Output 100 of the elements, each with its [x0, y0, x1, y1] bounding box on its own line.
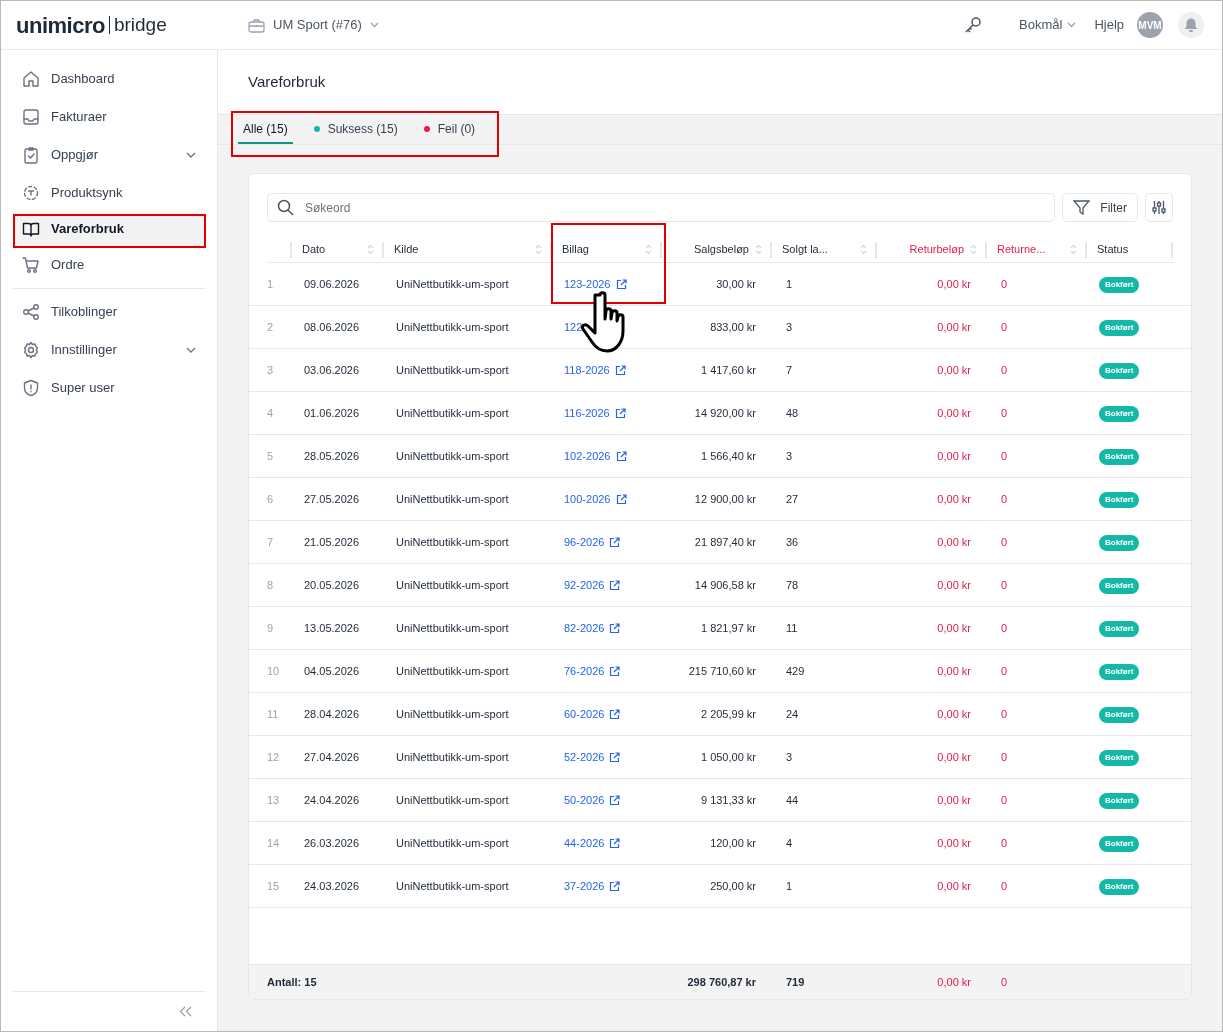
search-field[interactable]: Søkeord — [267, 193, 1056, 222]
sort-icon — [755, 244, 762, 255]
status-badge: Bokført — [1099, 836, 1140, 852]
help-link[interactable]: Hjelp — [1094, 15, 1124, 35]
sidebar-item[interactable]: Oppgjør — [13, 136, 205, 174]
column-settings-button[interactable] — [1145, 193, 1173, 222]
voucher-link[interactable]: 76-2026 — [564, 662, 605, 680]
filter-tab[interactable]: Alle (15) — [238, 115, 293, 144]
external-link-icon[interactable] — [614, 364, 626, 376]
external-link-icon[interactable] — [614, 407, 626, 419]
table-cell: 24 — [786, 707, 799, 720]
shield-alert-icon — [22, 379, 40, 397]
table-cell: 27 — [786, 492, 799, 505]
key-icon[interactable] — [964, 16, 982, 34]
table-cell: 3 — [786, 750, 793, 763]
status-badge: Bokført — [1099, 406, 1140, 422]
voucher-link[interactable]: 116-2026 — [564, 404, 610, 422]
table-cell: 24.04.2026 — [304, 793, 360, 806]
table-cell: 24.03.2026 — [304, 879, 360, 892]
voucher-link[interactable]: 50-2026 — [564, 791, 605, 809]
sidebar-item[interactable]: Ordre — [13, 246, 205, 284]
external-link-icon[interactable] — [609, 751, 621, 763]
external-link-icon[interactable] — [615, 278, 627, 290]
sidebar-item[interactable]: Vareforbruk — [13, 212, 205, 246]
column-header[interactable]: Kilde — [394, 241, 419, 258]
company-selector[interactable]: UM Sport (#76) — [248, 15, 379, 35]
external-link-icon[interactable] — [609, 665, 621, 677]
sort-icon — [367, 244, 374, 255]
filter-tab[interactable]: Feil (0) — [418, 115, 481, 144]
column-header[interactable]: Returne... — [997, 241, 1046, 258]
table-cell: 27.05.2026 — [304, 492, 360, 505]
table-cell: 0,00 kr — [937, 535, 971, 548]
external-link-icon[interactable] — [609, 794, 621, 806]
external-link-icon[interactable] — [609, 708, 621, 720]
table-cell: 0,00 kr — [937, 320, 971, 333]
column-header[interactable]: Returbeløp — [909, 241, 964, 258]
external-link-icon[interactable] — [609, 622, 621, 634]
table-cell: 1 — [786, 879, 793, 892]
external-link-icon[interactable] — [609, 837, 621, 849]
table-cell: 0 — [1001, 879, 1008, 892]
voucher-link[interactable]: 60-2026 — [564, 705, 605, 723]
voucher-link[interactable]: 92-2026 — [564, 576, 605, 594]
status-badge: Bokført — [1099, 449, 1140, 465]
table-cell: 0,00 kr — [937, 750, 971, 763]
filter-tab[interactable]: Suksess (15) — [308, 115, 403, 144]
row-number: 10 — [267, 664, 280, 677]
voucher-link[interactable]: 82-2026 — [564, 619, 605, 637]
voucher-link[interactable]: 96-2026 — [564, 533, 605, 551]
footer-count: Antall: 15 — [267, 975, 317, 988]
column-header[interactable]: Billag — [562, 241, 589, 258]
table-cell: 250,00 kr — [710, 879, 756, 892]
row-number: 15 — [267, 879, 280, 892]
filter-button[interactable]: Filter — [1062, 193, 1138, 222]
gear-icon — [22, 341, 40, 359]
voucher-link[interactable]: 100-2026 — [564, 490, 611, 508]
voucher-link[interactable]: 102-2026 — [564, 447, 611, 465]
footer-total: 0,00 kr — [937, 975, 971, 988]
language-selector[interactable]: Bokmål — [1019, 15, 1077, 35]
external-link-icon[interactable] — [609, 536, 621, 548]
table-cell: 28.05.2026 — [304, 449, 360, 462]
column-header[interactable]: Solgt la... — [782, 241, 828, 258]
external-link-icon[interactable] — [615, 450, 627, 462]
table-cell: 0 — [1001, 750, 1008, 763]
sidebar-item[interactable]: Innstillinger — [13, 331, 205, 369]
table-cell: 1 566,40 kr — [700, 449, 756, 462]
row-number: 6 — [267, 492, 274, 505]
sidebar-item[interactable]: Produktsynk — [13, 174, 205, 212]
voucher-link[interactable]: 123-2026 — [564, 275, 611, 293]
table-cell: UniNettbutikk-um-sport — [396, 879, 509, 892]
sidebar-item[interactable]: Fakturaer — [13, 98, 205, 136]
sidebar-item[interactable]: Tilkoblinger — [13, 293, 205, 331]
column-header[interactable]: Dato — [302, 241, 326, 258]
sort-icon — [645, 244, 652, 255]
table-cell: UniNettbutikk-um-sport — [396, 320, 509, 333]
status-badge: Bokført — [1099, 277, 1140, 293]
sidebar-item[interactable]: Dashboard — [13, 60, 205, 98]
table-cell: 09.06.2026 — [304, 277, 360, 290]
table-cell: 0 — [1001, 492, 1008, 505]
voucher-link[interactable]: 118-2026 — [564, 361, 610, 379]
voucher-link[interactable]: 122 — [564, 318, 583, 336]
table-cell: 0 — [1001, 535, 1008, 548]
page-title: Vareforbruk — [248, 71, 326, 92]
voucher-link[interactable]: 37-2026 — [564, 877, 605, 895]
table-cell: 1 — [786, 277, 793, 290]
table-cell: 11 — [786, 621, 798, 634]
external-link-icon[interactable] — [615, 493, 627, 505]
external-link-icon[interactable] — [609, 579, 621, 591]
column-header[interactable]: Status — [1097, 241, 1129, 258]
sidebar-item[interactable]: Super user — [13, 369, 205, 407]
column-header[interactable]: Salgsbeløp — [693, 241, 749, 258]
status-badge: Bokført — [1099, 621, 1140, 637]
table-cell: UniNettbutikk-um-sport — [396, 707, 509, 720]
clipboard-check-icon — [22, 146, 40, 164]
voucher-link[interactable]: 44-2026 — [564, 834, 605, 852]
external-link-icon[interactable] — [609, 880, 621, 892]
voucher-link[interactable]: 52-2026 — [564, 748, 605, 766]
row-number: 13 — [267, 793, 280, 806]
table-cell: 0 — [1001, 621, 1008, 634]
briefcase-icon — [248, 17, 265, 33]
footer-total: 298 760,87 kr — [687, 975, 756, 988]
